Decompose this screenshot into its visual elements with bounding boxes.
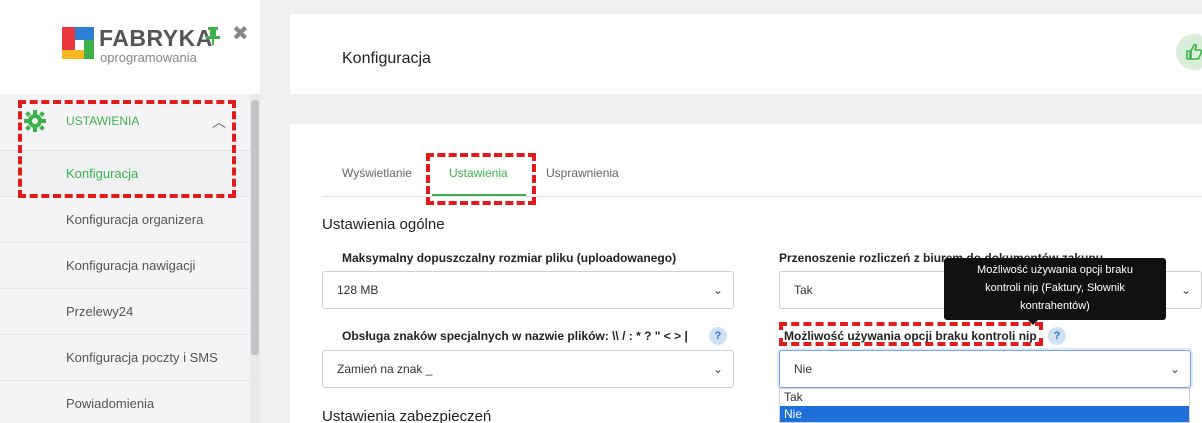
tab-usprawnienia[interactable]: Usprawnienia — [546, 166, 619, 180]
dropdown-option-tak[interactable]: Tak — [780, 389, 1189, 405]
logo-area: FABRYKA oprogramowania ✖ — [0, 0, 260, 94]
max-file-size-select[interactable]: 128 MB ⌄ — [322, 271, 734, 309]
special-chars-label: Obsługa znaków specjalnych w nazwie plik… — [342, 329, 688, 343]
active-tab-underline — [432, 194, 526, 196]
tooltip: Możliwość używania opcji braku kontroli … — [944, 258, 1166, 320]
chevron-down-icon: ⌄ — [712, 283, 723, 297]
nip-control-dropdown: Tak Nie — [779, 388, 1190, 423]
chevron-up-icon: ︿ — [212, 114, 226, 130]
close-icon[interactable]: ✖ — [232, 24, 249, 44]
special-chars-value: Zamień na znak _ — [337, 362, 433, 376]
section-heading-general: Ustawienia ogólne — [322, 216, 445, 233]
logo-subtitle: oprogramowania — [100, 50, 197, 65]
sidebar-item-konfiguracja-nawigacji[interactable]: Konfiguracja nawigacji — [0, 242, 250, 288]
tabs-divider — [322, 196, 1202, 197]
help-icon[interactable]: ? — [709, 327, 727, 345]
chevron-down-icon: ⌄ — [1169, 362, 1180, 376]
special-chars-select[interactable]: Zamień na znak _ ⌄ — [322, 350, 734, 388]
nip-control-select[interactable]: Nie ⌄ — [779, 350, 1191, 388]
thumbs-up-icon — [1186, 43, 1202, 60]
help-icon[interactable]: ? — [1048, 327, 1066, 345]
nip-control-label: Możliwość używania opcji braku kontroli … — [784, 329, 1037, 343]
nip-control-value: Nie — [794, 362, 813, 376]
sidebar-scrollbar-thumb[interactable] — [251, 100, 259, 355]
gear-icon — [24, 110, 46, 132]
dropdown-option-nie[interactable]: Nie — [780, 406, 1189, 422]
tab-wyswietlanie[interactable]: Wyświetlanie — [342, 166, 412, 180]
section-heading-security: Ustawienia zabezpieczeń — [322, 408, 492, 423]
tooltip-line: kontrahentów) — [1020, 300, 1090, 312]
logo-mark — [62, 27, 94, 59]
chevron-down-icon: ⌄ — [1180, 283, 1191, 297]
sidebar: FABRYKA oprogramowania ✖ USTAWIENIA ︿ Ko… — [0, 0, 260, 423]
sidebar-section-ustawienia[interactable]: USTAWIENIA ︿ — [0, 96, 250, 146]
tooltip-line: Możliwość używania opcji braku — [977, 264, 1133, 276]
pin-icon[interactable] — [205, 26, 221, 46]
sidebar-section-label: USTAWIENIA — [66, 114, 140, 128]
tab-ustawienia[interactable]: Ustawienia — [449, 166, 508, 180]
sidebar-item-poczta-sms[interactable]: Konfiguracja poczty i SMS — [0, 334, 250, 380]
sidebar-item-konfiguracja-organizera[interactable]: Konfiguracja organizera — [0, 196, 250, 242]
transfer-settlements-value: Tak — [794, 283, 813, 297]
tooltip-arrow — [1028, 320, 1038, 325]
app-root: FABRYKA oprogramowania ✖ USTAWIENIA ︿ Ko… — [0, 0, 1202, 423]
max-file-size-label: Maksymalny dopuszczalny rozmiar pliku (u… — [342, 251, 677, 265]
logo-title: FABRYKA — [99, 25, 213, 51]
tooltip-line: kontroli nip (Faktury, Słownik — [985, 282, 1125, 294]
sidebar-item-konfiguracja[interactable]: Konfiguracja — [0, 150, 250, 196]
max-file-size-value: 128 MB — [337, 283, 379, 297]
sidebar-item-przelewy24[interactable]: Przelewy24 — [0, 288, 250, 334]
page-title: Konfiguracja — [342, 50, 431, 67]
sidebar-item-powiadomienia[interactable]: Powiadomienia — [0, 380, 250, 423]
chevron-down-icon: ⌄ — [712, 362, 723, 376]
